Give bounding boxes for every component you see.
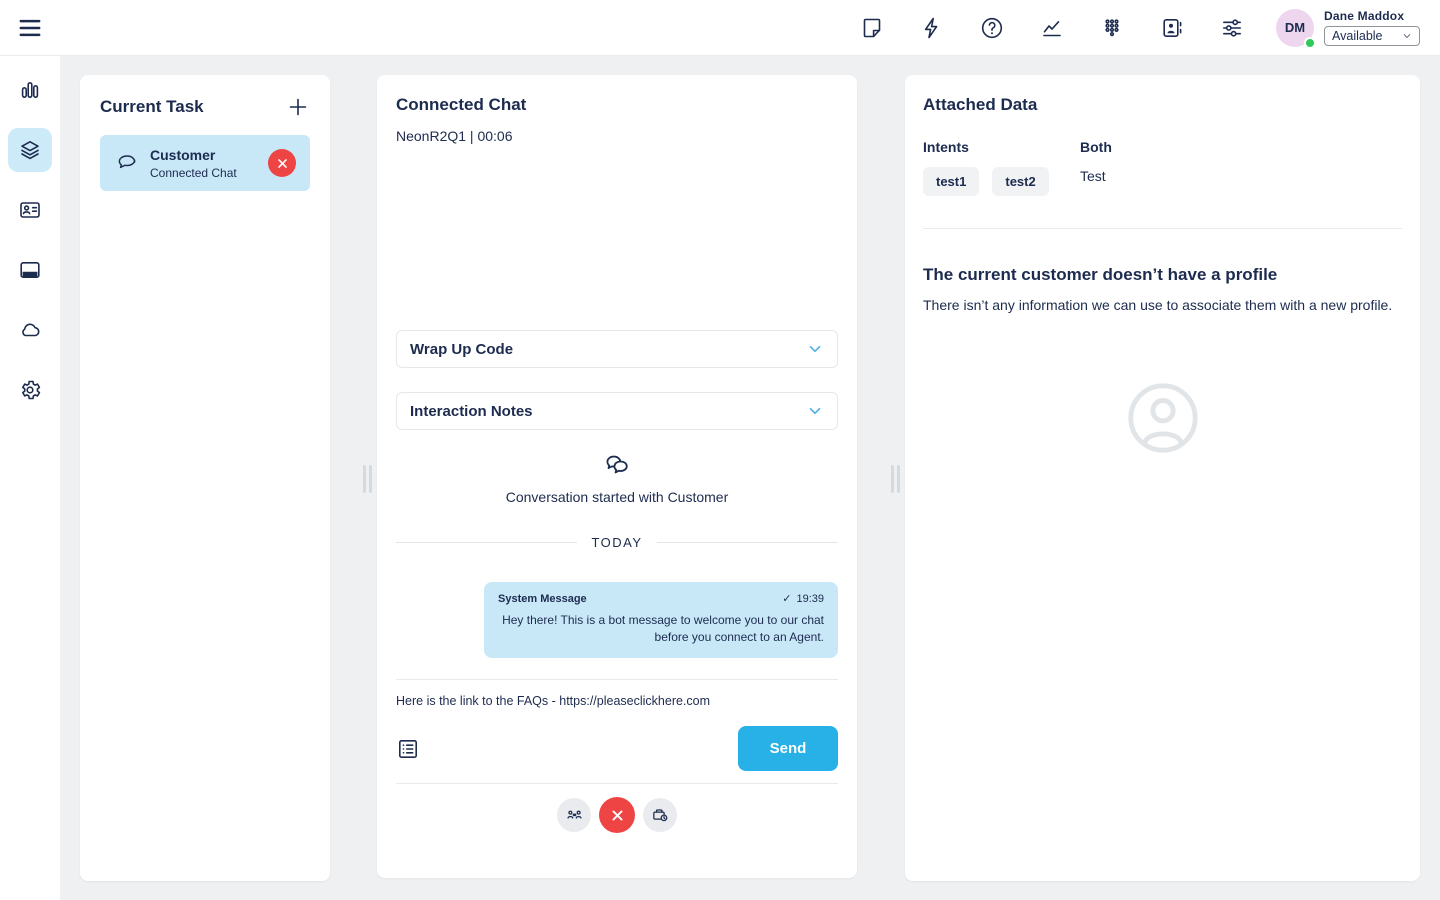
canned-responses-icon[interactable] bbox=[396, 737, 420, 761]
quick-actions-icon[interactable] bbox=[920, 16, 944, 40]
current-task-title: Current Task bbox=[100, 97, 204, 117]
transfer-button[interactable] bbox=[557, 798, 591, 832]
both-label: Both bbox=[1080, 139, 1112, 155]
add-task-button[interactable] bbox=[286, 95, 310, 119]
intent-tag: test2 bbox=[992, 167, 1048, 196]
user-info: Dane Maddox Available bbox=[1324, 9, 1420, 46]
layers-icon bbox=[18, 138, 42, 162]
contacts-icon[interactable] bbox=[1160, 16, 1184, 40]
chat-bubble-icon bbox=[116, 152, 138, 174]
intent-tag: test1 bbox=[923, 167, 979, 196]
chevron-down-icon bbox=[806, 340, 824, 358]
note-icon[interactable] bbox=[860, 16, 884, 40]
panel-resize-handle-left[interactable] bbox=[363, 465, 374, 493]
close-icon bbox=[610, 808, 625, 823]
gear-icon bbox=[18, 378, 42, 402]
no-profile-body: There isn’t any information we can use t… bbox=[923, 295, 1401, 316]
chat-panel-title: Connected Chat bbox=[396, 95, 838, 115]
message-sender: System Message bbox=[498, 593, 587, 605]
system-message-bubble: System Message ✓ 19:39 Hey there! This i… bbox=[484, 582, 838, 658]
task-texts: Customer Connected Chat bbox=[150, 147, 268, 180]
user-area: DM Dane Maddox Available bbox=[1276, 9, 1420, 47]
input-divider bbox=[396, 679, 838, 680]
device-clock-icon bbox=[651, 806, 670, 825]
attached-data-title: Attached Data bbox=[923, 95, 1402, 115]
task-title: Customer bbox=[150, 147, 268, 163]
sidebar-item-apps-window[interactable] bbox=[8, 248, 52, 292]
window-icon bbox=[18, 258, 42, 282]
device-clock-button[interactable] bbox=[643, 798, 677, 832]
sidebar-item-dashboard[interactable] bbox=[8, 68, 52, 112]
divider-line bbox=[657, 542, 838, 543]
divider-line bbox=[396, 542, 577, 543]
day-divider-label: TODAY bbox=[591, 535, 642, 550]
profile-placeholder-icon bbox=[1121, 376, 1205, 460]
contact-card-icon bbox=[18, 198, 42, 222]
interaction-notes-label: Interaction Notes bbox=[410, 403, 533, 420]
topbar-icons bbox=[860, 16, 1244, 40]
actions-divider bbox=[396, 783, 838, 784]
help-icon[interactable] bbox=[980, 16, 1004, 40]
chevron-down-icon bbox=[1402, 31, 1412, 41]
transfer-icon bbox=[565, 806, 584, 825]
sidebar-item-tasks[interactable] bbox=[8, 128, 52, 172]
conversation-start-banner: Conversation started with Customer bbox=[396, 452, 838, 505]
conversation-start-text: Conversation started with Customer bbox=[506, 489, 729, 505]
message-text: Hey there! This is a bot message to welc… bbox=[498, 612, 824, 646]
cloud-icon bbox=[18, 318, 42, 342]
topbar: DM Dane Maddox Available bbox=[0, 0, 1440, 56]
end-chat-button[interactable] bbox=[599, 797, 635, 833]
delivered-check-icon: ✓ bbox=[782, 592, 791, 605]
attached-data-panel: Attached Data Intents test1 test2 Both T… bbox=[905, 75, 1420, 881]
status-dot-icon bbox=[1304, 37, 1316, 49]
message-meta: ✓ 19:39 bbox=[782, 592, 824, 605]
wrap-up-code-accordion[interactable]: Wrap Up Code bbox=[396, 330, 838, 368]
send-row: Send bbox=[396, 726, 838, 771]
status-select[interactable]: Available bbox=[1324, 26, 1420, 46]
chat-actions bbox=[396, 797, 838, 833]
sidebar-item-cloud[interactable] bbox=[8, 308, 52, 352]
task-card[interactable]: Customer Connected Chat bbox=[100, 135, 310, 191]
hamburger-menu-icon[interactable] bbox=[17, 15, 43, 41]
message-input[interactable]: Here is the link to the FAQs - https://p… bbox=[396, 694, 838, 710]
sidebar-item-contact-card[interactable] bbox=[8, 188, 52, 232]
content-area: Current Task Customer Connected Chat Con… bbox=[60, 56, 1440, 900]
close-icon bbox=[276, 157, 289, 170]
both-value: Test bbox=[1080, 168, 1112, 184]
settings-sliders-icon[interactable] bbox=[1220, 16, 1244, 40]
attached-data-grid: Intents test1 test2 Both Test bbox=[923, 139, 1402, 196]
chat-session-info: NeonR2Q1 | 00:06 bbox=[396, 128, 838, 144]
status-select-value: Available bbox=[1332, 29, 1383, 43]
left-rail bbox=[0, 56, 60, 900]
section-divider bbox=[923, 228, 1402, 229]
day-divider: TODAY bbox=[396, 535, 838, 550]
analytics-icon[interactable] bbox=[1040, 16, 1064, 40]
panel-resize-handle-right[interactable] bbox=[891, 465, 902, 493]
double-chat-bubbles-icon bbox=[603, 452, 631, 480]
avatar[interactable]: DM bbox=[1276, 9, 1314, 47]
connected-chat-panel: Connected Chat NeonR2Q1 | 00:06 Wrap Up … bbox=[377, 75, 857, 878]
user-name: Dane Maddox bbox=[1324, 9, 1420, 23]
task-subtitle: Connected Chat bbox=[150, 166, 268, 180]
intents-label: Intents bbox=[923, 139, 1080, 155]
wrap-up-code-label: Wrap Up Code bbox=[410, 341, 513, 358]
intents-tags: test1 test2 bbox=[923, 167, 1080, 196]
avatar-initials: DM bbox=[1285, 20, 1305, 35]
end-task-button[interactable] bbox=[268, 149, 296, 177]
sidebar-item-settings[interactable] bbox=[8, 368, 52, 412]
send-button[interactable]: Send bbox=[738, 726, 838, 771]
no-profile-title: The current customer doesn’t have a prof… bbox=[923, 265, 1402, 285]
message-time: 19:39 bbox=[796, 593, 824, 605]
current-task-panel: Current Task Customer Connected Chat bbox=[80, 75, 330, 881]
bar-chart-icon bbox=[18, 78, 42, 102]
chevron-down-icon bbox=[806, 402, 824, 420]
dialpad-icon[interactable] bbox=[1100, 16, 1124, 40]
interaction-notes-accordion[interactable]: Interaction Notes bbox=[396, 392, 838, 430]
